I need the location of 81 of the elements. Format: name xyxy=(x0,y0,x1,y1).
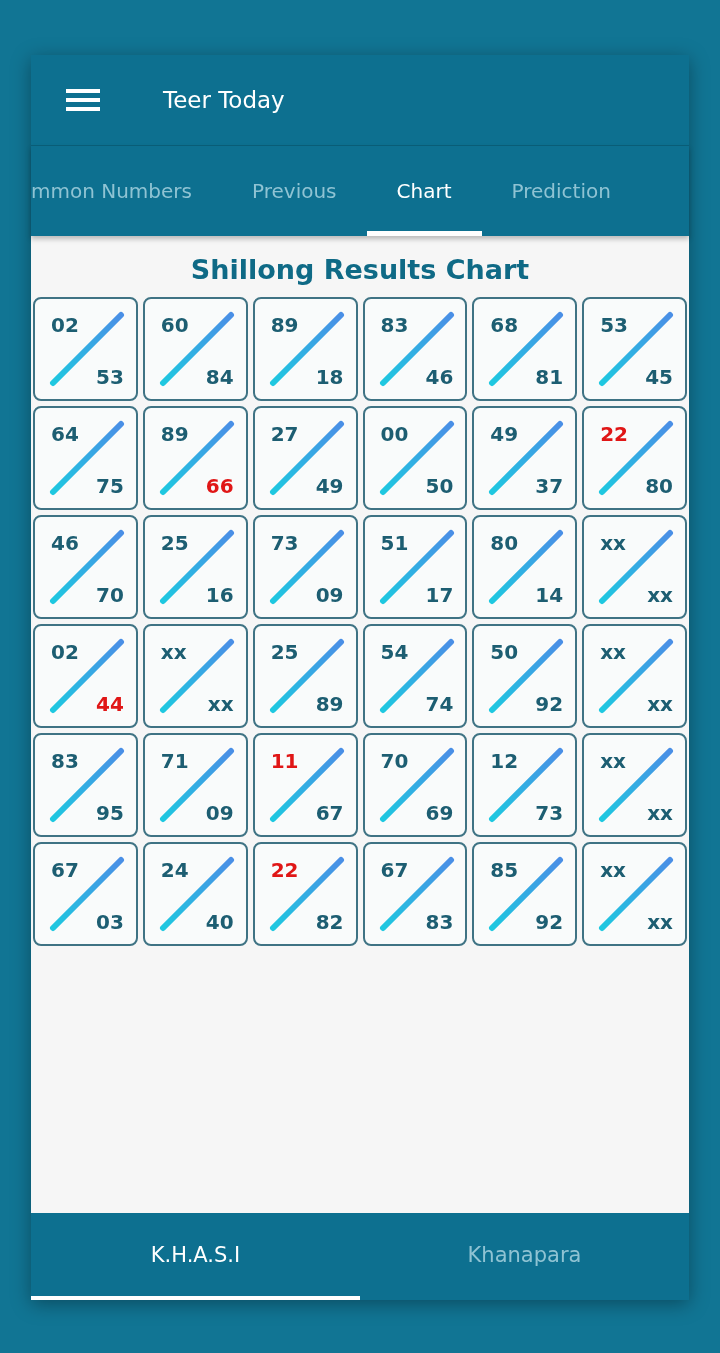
result-number: 22 xyxy=(270,858,299,882)
result-number: xx xyxy=(647,910,673,934)
result-number: 74 xyxy=(425,692,454,716)
result-number: 54 xyxy=(380,640,409,664)
result-number: 46 xyxy=(425,365,454,389)
result-number: 83 xyxy=(425,910,454,934)
result-number: 02 xyxy=(51,313,79,337)
result-number: xx xyxy=(600,531,626,555)
result-number: 45 xyxy=(645,365,673,389)
result-number: 53 xyxy=(600,313,628,337)
result-number: 84 xyxy=(205,365,234,389)
result-number: 67 xyxy=(51,858,79,882)
result-number: xx xyxy=(647,583,673,607)
result-number: 80 xyxy=(645,474,673,498)
result-number: 51 xyxy=(380,531,409,555)
result-number: xx xyxy=(647,801,673,825)
result-number: 25 xyxy=(270,640,299,664)
result-number: 50 xyxy=(490,640,519,664)
result-number: 02 xyxy=(51,640,79,664)
result-number: 92 xyxy=(535,910,564,934)
result-number: 83 xyxy=(380,313,409,337)
result-number: 12 xyxy=(490,749,519,773)
result-number: 71 xyxy=(160,749,189,773)
result-number: 70 xyxy=(96,583,124,607)
result-number: 70 xyxy=(380,749,409,773)
result-number: 37 xyxy=(535,474,564,498)
result-number: xx xyxy=(207,692,234,716)
result-number: xx xyxy=(600,858,626,882)
result-number: xx xyxy=(600,749,626,773)
result-number: xx xyxy=(160,640,187,664)
result-number: 82 xyxy=(315,910,344,934)
result-number: 75 xyxy=(96,474,124,498)
tab[interactable]: Chart xyxy=(366,146,482,236)
result-number: 69 xyxy=(425,801,454,825)
result-number: 68 xyxy=(490,313,519,337)
tab[interactable]: Prediction xyxy=(481,146,611,236)
result-number: 18 xyxy=(315,365,344,389)
result-number: 67 xyxy=(315,801,344,825)
result-number: 89 xyxy=(315,692,344,716)
result-number: 60 xyxy=(160,313,189,337)
result-number: xx xyxy=(647,692,673,716)
result-number: 00 xyxy=(380,422,409,446)
result-number: 25 xyxy=(160,531,189,555)
result-number: 46 xyxy=(51,531,79,555)
result-number: 95 xyxy=(96,801,124,825)
result-number: 80 xyxy=(490,531,519,555)
result-number: 85 xyxy=(490,858,519,882)
bottom-tab[interactable]: K.H.A.S.I xyxy=(31,1213,360,1300)
app-title: Teer Today xyxy=(163,87,285,113)
result-number: 73 xyxy=(270,531,299,555)
result-number: 11 xyxy=(270,749,299,773)
bottom-tab[interactable]: Khanapara xyxy=(360,1213,689,1300)
result-number: 17 xyxy=(425,583,454,607)
result-number: 14 xyxy=(535,583,564,607)
menu-icon xyxy=(66,88,100,112)
result-number: 44 xyxy=(96,692,124,716)
result-number: 89 xyxy=(270,313,299,337)
result-number: 89 xyxy=(160,422,189,446)
result-number: 53 xyxy=(96,365,124,389)
tab[interactable]: mmon Numbers xyxy=(31,146,222,236)
result-number: 27 xyxy=(270,422,299,446)
chart-title: Shillong Results Chart xyxy=(189,254,531,285)
result-number: 64 xyxy=(51,422,79,446)
result-number: 40 xyxy=(205,910,234,934)
result-number: 09 xyxy=(205,801,234,825)
result-number: 50 xyxy=(425,474,454,498)
result-number: 49 xyxy=(315,474,344,498)
result-number: 16 xyxy=(205,583,234,607)
result-number: 49 xyxy=(490,422,519,446)
result-number: 92 xyxy=(535,692,564,716)
result-number: 73 xyxy=(535,801,564,825)
result-number: xx xyxy=(600,640,626,664)
result-number: 09 xyxy=(315,583,344,607)
result-number: 67 xyxy=(380,858,409,882)
result-number: 83 xyxy=(51,749,79,773)
result-number: 81 xyxy=(535,365,564,389)
result-number: 03 xyxy=(96,910,124,934)
result-number: 66 xyxy=(205,474,234,498)
result-number: 22 xyxy=(600,422,628,446)
tab[interactable]: Previous xyxy=(222,146,367,236)
result-number: 24 xyxy=(160,858,189,882)
